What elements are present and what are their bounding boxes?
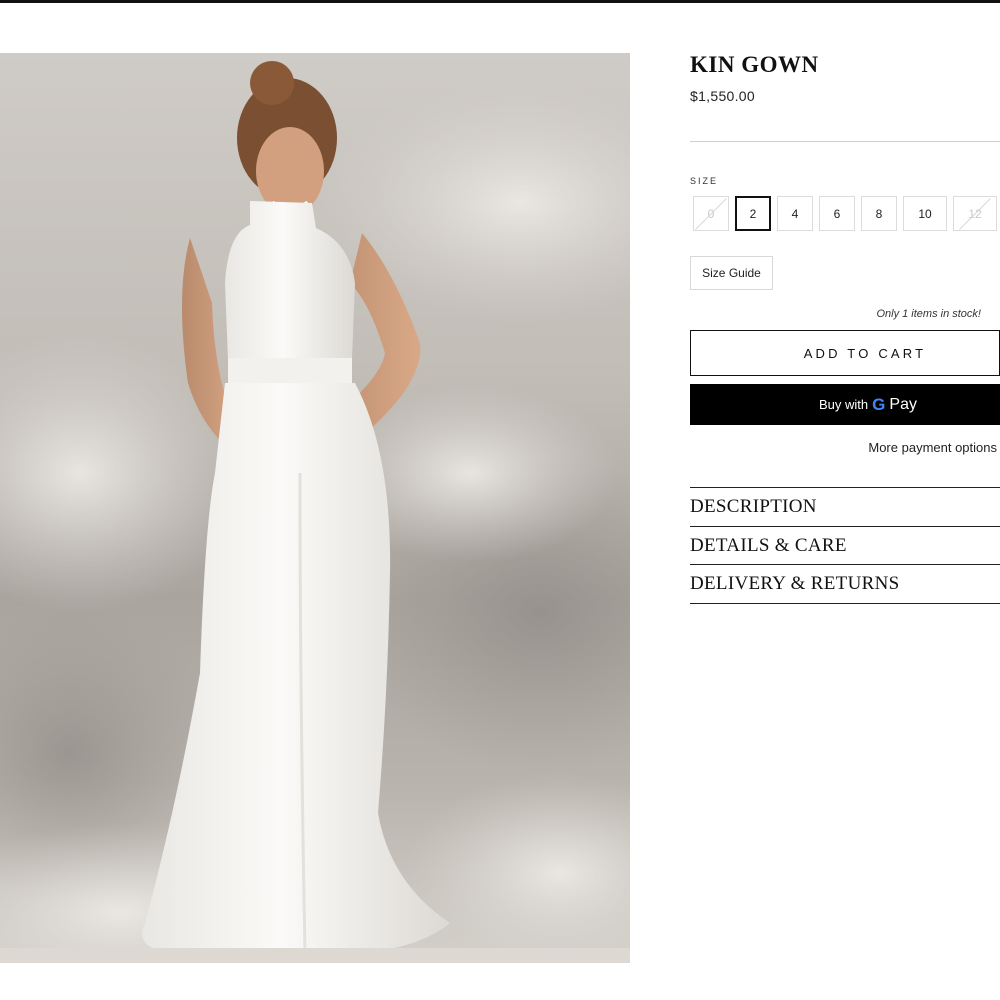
buy-with-gpay-button[interactable]: Buy with G Pay — [690, 384, 1000, 425]
product-info-panel: KIN GOWN $1,550.00 SIZE 0 2 4 6 8 10 12 … — [690, 0, 1000, 1000]
accordion-bottom-divider — [690, 603, 1000, 604]
product-image[interactable] — [0, 53, 630, 963]
add-to-cart-button[interactable]: ADD TO CART — [690, 330, 1000, 376]
stock-note: Only 1 items in stock! — [876, 308, 981, 320]
gown-photo-illustration — [0, 61, 630, 963]
size-option-6[interactable]: 6 — [819, 196, 855, 231]
divider — [690, 141, 1000, 142]
product-price: $1,550.00 — [690, 88, 755, 104]
more-payment-options-link[interactable]: More payment options — [868, 440, 997, 455]
product-title: KIN GOWN — [690, 52, 819, 77]
size-label: SIZE — [690, 176, 719, 186]
size-guide-button[interactable]: Size Guide — [690, 256, 773, 290]
accordion-description[interactable]: DESCRIPTION — [690, 487, 1000, 525]
gpay-prefix: Buy with — [819, 397, 869, 412]
size-option-0[interactable]: 0 — [693, 196, 729, 231]
size-option-12[interactable]: 12 — [953, 196, 997, 231]
size-option-2[interactable]: 2 — [735, 196, 771, 231]
size-option-4[interactable]: 4 — [777, 196, 813, 231]
accordion-delivery-returns[interactable]: DELIVERY & RETURNS — [690, 564, 1000, 602]
accordion-details-care[interactable]: DETAILS & CARE — [690, 526, 1000, 564]
size-selector: 0 2 4 6 8 10 12 — [693, 196, 997, 232]
gpay-word: Pay — [889, 395, 917, 413]
size-option-10[interactable]: 10 — [903, 196, 947, 231]
google-g-icon: G — [872, 394, 886, 414]
size-option-8[interactable]: 8 — [861, 196, 897, 231]
